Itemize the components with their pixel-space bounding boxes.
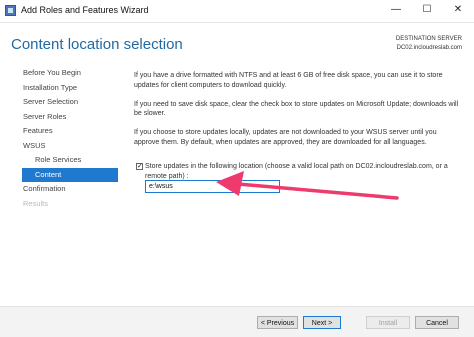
window-title: Add Roles and Features Wizard bbox=[21, 5, 149, 15]
destination-server-name: DC02.incloudreslab.com bbox=[396, 45, 462, 51]
nav-item-features[interactable]: Features bbox=[0, 124, 118, 139]
maximize-button[interactable]: ☐ bbox=[412, 0, 442, 20]
destination-server-label: DESTINATION SERVER bbox=[395, 36, 462, 42]
disk-space-paragraph: If you need to save disk space, clear th… bbox=[134, 100, 459, 118]
nav-item-confirmation[interactable]: Confirmation bbox=[0, 182, 118, 197]
content-path-input[interactable]: e:\wsus bbox=[145, 180, 280, 193]
minimize-button[interactable]: — bbox=[381, 0, 411, 20]
next-button[interactable]: Next > bbox=[303, 316, 341, 329]
page-heading: Content location selection bbox=[11, 36, 183, 53]
local-storage-paragraph: If you choose to store updates locally, … bbox=[134, 129, 437, 146]
nav-item-role-services[interactable]: Role Services bbox=[0, 153, 118, 168]
cancel-button[interactable]: Cancel bbox=[415, 316, 459, 329]
store-updates-checkbox[interactable]: ✓ bbox=[136, 163, 143, 170]
nav-item-installation-type[interactable]: Installation Type bbox=[0, 81, 118, 96]
ntfs-paragraph: If you have a drive formatted with NTFS … bbox=[134, 72, 443, 89]
nav-item-wsus[interactable]: WSUS bbox=[0, 139, 118, 154]
destination-server-info: DESTINATION SERVER DC02.incloudreslab.co… bbox=[396, 35, 462, 53]
title-bar: Add Roles and Features Wizard — ☐ ✕ bbox=[0, 0, 474, 23]
nav-item-server-roles[interactable]: Server Roles bbox=[0, 110, 118, 125]
previous-button[interactable]: < Previous bbox=[257, 316, 298, 329]
wizard-nav: Before You Begin Installation Type Serve… bbox=[0, 66, 118, 211]
nav-item-content[interactable]: Content bbox=[22, 167, 118, 182]
install-button: Install bbox=[366, 316, 410, 329]
nav-item-before-you-begin[interactable]: Before You Begin bbox=[0, 66, 118, 81]
store-updates-option: ✓ Store updates in the following locatio… bbox=[136, 162, 461, 182]
content-description: If you have a drive formatted with NTFS … bbox=[134, 71, 459, 157]
store-updates-label[interactable]: Store updates in the following location … bbox=[145, 162, 461, 182]
nav-item-server-selection[interactable]: Server Selection bbox=[0, 95, 118, 110]
close-button[interactable]: ✕ bbox=[443, 0, 473, 20]
nav-item-results: Results bbox=[23, 198, 49, 208]
wizard-app-icon bbox=[5, 5, 16, 16]
